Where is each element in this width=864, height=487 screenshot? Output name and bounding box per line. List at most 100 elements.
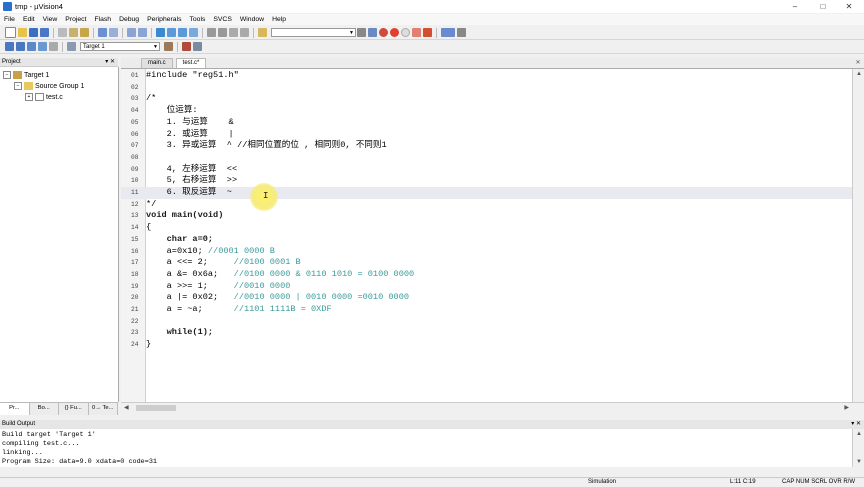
- scroll-down-icon[interactable]: ▼: [853, 457, 864, 467]
- kill-breakpoints-icon[interactable]: [412, 28, 421, 37]
- close-button[interactable]: ✕: [834, 0, 864, 13]
- code-line[interactable]: 14 {: [121, 222, 852, 234]
- tab-project[interactable]: Pr...: [0, 403, 30, 415]
- code-line[interactable]: 16 a=0x10; //0001 0000 B: [121, 246, 852, 258]
- code-line[interactable]: 11 6. 取反运算 ~: [121, 187, 852, 199]
- code-line[interactable]: 01 #include "reg51.h": [121, 70, 852, 82]
- scroll-left-icon[interactable]: ◀: [124, 403, 129, 413]
- code-line[interactable]: 15 char a=0;: [121, 234, 852, 246]
- redo-icon[interactable]: [109, 28, 118, 37]
- breakpoint-icon[interactable]: [390, 28, 399, 37]
- collapse-icon[interactable]: −: [14, 82, 22, 90]
- menu-peripherals[interactable]: Peripherals: [143, 16, 185, 23]
- tab-books[interactable]: Bo...: [30, 403, 59, 415]
- menu-project[interactable]: Project: [61, 16, 90, 23]
- clear-bookmarks-icon[interactable]: [189, 28, 198, 37]
- close-tab-icon[interactable]: ✕: [852, 58, 864, 68]
- code-line[interactable]: 24}: [121, 339, 852, 351]
- find-icon[interactable]: [357, 28, 366, 37]
- find-in-files-icon[interactable]: [258, 28, 267, 37]
- menu-flash[interactable]: Flash: [90, 16, 115, 23]
- menu-svcs[interactable]: SVCS: [209, 16, 236, 23]
- stop-build-icon[interactable]: [49, 42, 58, 51]
- tab-main-c[interactable]: main.c: [141, 58, 173, 68]
- build-scrollbar[interactable]: ▲ ▼: [852, 429, 864, 467]
- menu-help[interactable]: Help: [268, 16, 290, 23]
- build-output[interactable]: Build target 'Target 1' compiling test.c…: [0, 429, 852, 467]
- tab-functions[interactable]: {} Fu...: [59, 403, 89, 415]
- copy-icon[interactable]: [69, 28, 78, 37]
- menu-debug[interactable]: Debug: [115, 16, 143, 23]
- scroll-thumb[interactable]: [136, 405, 176, 411]
- code-line[interactable]: 04 位运算:: [121, 105, 852, 117]
- prev-bookmark-icon[interactable]: [167, 28, 176, 37]
- configure-icon[interactable]: [457, 28, 466, 37]
- tree-item-test-c[interactable]: + test.c: [25, 92, 63, 102]
- tab-templates[interactable]: 0→ Te...: [89, 403, 118, 415]
- translate-icon[interactable]: [5, 42, 14, 51]
- code-line[interactable]: 19 a >>= 1; //0010 0000: [121, 281, 852, 293]
- tab-test-c[interactable]: test.c*: [175, 58, 207, 68]
- kill-all-breakpoints-icon[interactable]: [423, 28, 432, 37]
- batch-build-icon[interactable]: [38, 42, 47, 51]
- undo-icon[interactable]: [98, 28, 107, 37]
- code-line[interactable]: 06 2. 或运算 |: [121, 129, 852, 141]
- build-icon[interactable]: [16, 42, 25, 51]
- menu-file[interactable]: File: [0, 16, 19, 23]
- disable-breakpoint-icon[interactable]: [401, 28, 410, 37]
- window-layout-icon[interactable]: [441, 28, 455, 37]
- file-extensions-icon[interactable]: [182, 42, 191, 51]
- comment-icon[interactable]: [229, 28, 238, 37]
- editor-vertical-scrollbar[interactable]: ▲ ▼: [852, 69, 864, 413]
- code-line[interactable]: 22: [121, 316, 852, 328]
- unindent-icon[interactable]: [218, 28, 227, 37]
- code-line[interactable]: 21 a = ~a; //1101 1111B = 0XDF: [121, 304, 852, 316]
- bookmark-icon[interactable]: [156, 28, 165, 37]
- code-editor[interactable]: 01 #include "reg51.h" 02 03/* 04 位运算: 05 1. 与…: [121, 69, 852, 402]
- debug-session-icon[interactable]: [379, 28, 388, 37]
- paste-icon[interactable]: [80, 28, 89, 37]
- nav-forward-icon[interactable]: [138, 28, 147, 37]
- find-combo[interactable]: ▼: [271, 28, 356, 37]
- scroll-up-icon[interactable]: ▲: [853, 69, 864, 79]
- target-select[interactable]: Target 1 ▼: [80, 42, 160, 51]
- download-icon[interactable]: [67, 42, 76, 51]
- code-line[interactable]: 08: [121, 152, 852, 164]
- code-line[interactable]: 13 void main(void): [121, 210, 852, 222]
- expand-icon[interactable]: +: [25, 93, 33, 101]
- incremental-find-icon[interactable]: [368, 28, 377, 37]
- open-file-icon[interactable]: [18, 28, 27, 37]
- cut-icon[interactable]: [58, 28, 67, 37]
- indent-icon[interactable]: [207, 28, 216, 37]
- target-options-icon[interactable]: [164, 42, 173, 51]
- uncomment-icon[interactable]: [240, 28, 249, 37]
- manage-components-icon[interactable]: [193, 42, 202, 51]
- code-line[interactable]: 20 a |= 0x02; //0010 0000 | 0010 0000 =0…: [121, 292, 852, 304]
- code-line[interactable]: 23 while(1);: [121, 327, 852, 339]
- scroll-right-icon[interactable]: ▶: [844, 403, 849, 413]
- collapse-icon[interactable]: −: [3, 71, 11, 79]
- new-file-icon[interactable]: [5, 27, 16, 38]
- code-line[interactable]: 03 /*: [121, 93, 852, 105]
- code-line[interactable]: 07 3. 异或运算 ^ //相同位置的位 , 相同则0, 不同则1: [121, 140, 852, 152]
- code-line[interactable]: 02: [121, 82, 852, 94]
- code-line[interactable]: 09 4, 左移运算 <<: [121, 164, 852, 176]
- tree-item-source-group[interactable]: − Source Group 1: [14, 81, 84, 91]
- menu-view[interactable]: View: [39, 16, 62, 23]
- menu-edit[interactable]: Edit: [19, 16, 39, 23]
- minimize-button[interactable]: –: [780, 0, 810, 13]
- tree-item-target[interactable]: − Target 1: [3, 70, 49, 80]
- code-line[interactable]: 17 a <<= 2; //0100 0001 B: [121, 257, 852, 269]
- code-line[interactable]: 12 */: [121, 199, 852, 211]
- next-bookmark-icon[interactable]: [178, 28, 187, 37]
- code-line[interactable]: 18 a &= 0x6a; //0100 0000 & 0110 1010 = …: [121, 269, 852, 281]
- menu-window[interactable]: Window: [236, 16, 268, 23]
- editor-horizontal-scrollbar[interactable]: ◀ ▶: [121, 402, 864, 414]
- code-line[interactable]: 05 1. 与运算 &: [121, 117, 852, 129]
- scroll-up-icon[interactable]: ▲: [853, 429, 864, 439]
- save-all-icon[interactable]: [40, 28, 49, 37]
- nav-back-icon[interactable]: [127, 28, 136, 37]
- save-icon[interactable]: [29, 28, 38, 37]
- code-line[interactable]: 10 5, 右移运算 >>: [121, 175, 852, 187]
- rebuild-icon[interactable]: [27, 42, 36, 51]
